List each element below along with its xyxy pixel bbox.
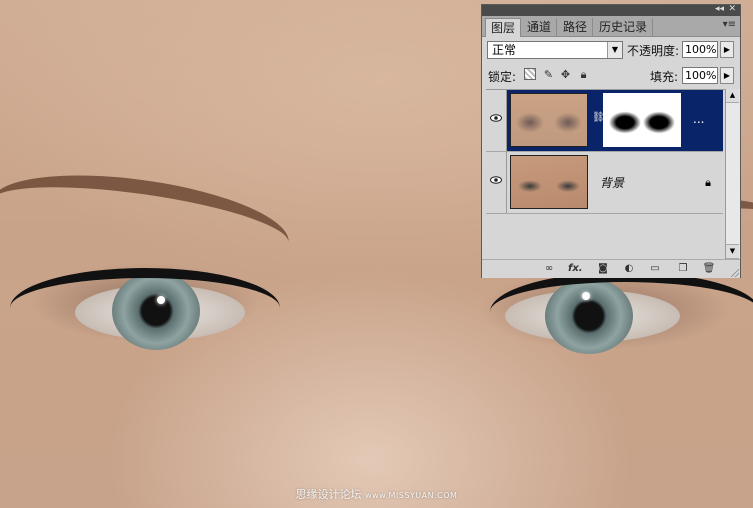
blend-mode-value: 正常	[492, 43, 517, 57]
eye-icon	[490, 176, 502, 184]
link-layers-icon[interactable]: ∞	[542, 262, 556, 276]
tab-layers[interactable]: 图层	[485, 18, 522, 37]
eye-icon	[490, 114, 502, 122]
visibility-toggle[interactable]	[486, 152, 507, 213]
watermark-url: www.MISSYUAN.COM	[365, 491, 458, 500]
layer-scrollbar[interactable]: ▲ ▼	[725, 89, 740, 259]
resize-grip[interactable]	[731, 269, 739, 277]
left-eyelashes	[10, 268, 280, 348]
layer-name[interactable]: 背景	[600, 174, 624, 191]
layer-name[interactable]: ...	[693, 112, 704, 126]
lock-icon: 🔒︎	[705, 176, 711, 189]
mask-icon[interactable]: ◙	[596, 262, 610, 276]
opacity-input[interactable]: 100%	[682, 41, 718, 58]
close-icon[interactable]: ✕	[728, 4, 736, 15]
adjustment-icon[interactable]: ◐	[622, 262, 636, 276]
layer-row-background[interactable]: 背景 🔒︎	[486, 152, 723, 214]
watermark-text: 思缘设计论坛	[295, 488, 362, 501]
panel-footer: ∞ fx. ◙ ◐ ▭ ❐ 🗑︎	[482, 259, 740, 278]
fill-slider-button[interactable]: ▶	[720, 67, 734, 84]
layer-row-blur[interactable]: ⛓ ...	[486, 90, 723, 152]
blend-row: 正常 ▼ 不透明度: 100% ▶	[482, 37, 740, 63]
tab-history[interactable]: 历史记录	[594, 18, 654, 36]
chevron-down-icon[interactable]: ▼	[607, 42, 622, 58]
scroll-down-icon[interactable]: ▼	[726, 244, 739, 259]
layer-mask-thumbnail[interactable]	[603, 93, 681, 147]
watermark: 思缘设计论坛 www.MISSYUAN.COM	[0, 486, 753, 502]
panel-titlebar[interactable]: ◂◂ ✕	[482, 4, 740, 16]
layers-panel: ◂◂ ✕ 图层 通道 路径 历史记录 ▾≡ 正常 ▼ 不透明度: 100% ▶ …	[481, 4, 741, 278]
lock-label: 锁定:	[488, 70, 517, 84]
tab-paths[interactable]: 路径	[558, 18, 594, 36]
scroll-up-icon[interactable]: ▲	[726, 89, 739, 103]
opacity-slider-button[interactable]: ▶	[720, 41, 734, 58]
layer-thumbnail[interactable]	[510, 93, 588, 147]
trash-icon[interactable]: 🗑︎	[702, 262, 716, 276]
fill-label: 填充:	[650, 70, 679, 84]
tab-channels[interactable]: 通道	[522, 18, 558, 36]
lock-image-icon[interactable]: ✎	[542, 68, 555, 81]
blend-mode-select[interactable]: 正常 ▼	[487, 41, 623, 59]
opacity-label: 不透明度:	[627, 44, 680, 58]
lock-all-icon[interactable]: 🔒︎	[577, 68, 590, 81]
folder-icon[interactable]: ▭	[648, 262, 662, 276]
visibility-toggle[interactable]	[486, 90, 507, 151]
panel-tabs: 图层 通道 路径 历史记录 ▾≡	[482, 16, 740, 37]
lock-transparent-icon[interactable]	[524, 68, 536, 80]
fill-input[interactable]: 100%	[682, 67, 718, 84]
right-eyelashes	[490, 272, 753, 352]
lock-position-icon[interactable]: ✥	[559, 68, 572, 81]
panel-menu-icon[interactable]: ▾≡	[723, 19, 736, 30]
double-arrow-icon[interactable]: ◂◂	[715, 4, 724, 15]
lock-row: 锁定: ✎ ✥ 🔒︎ 填充: 100% ▶	[482, 65, 740, 87]
new-layer-icon[interactable]: ❐	[676, 262, 690, 276]
layer-thumbnail[interactable]	[510, 155, 588, 209]
layer-list: ⛓ ... 背景 🔒︎	[486, 89, 736, 260]
fx-icon[interactable]: fx.	[568, 262, 583, 276]
